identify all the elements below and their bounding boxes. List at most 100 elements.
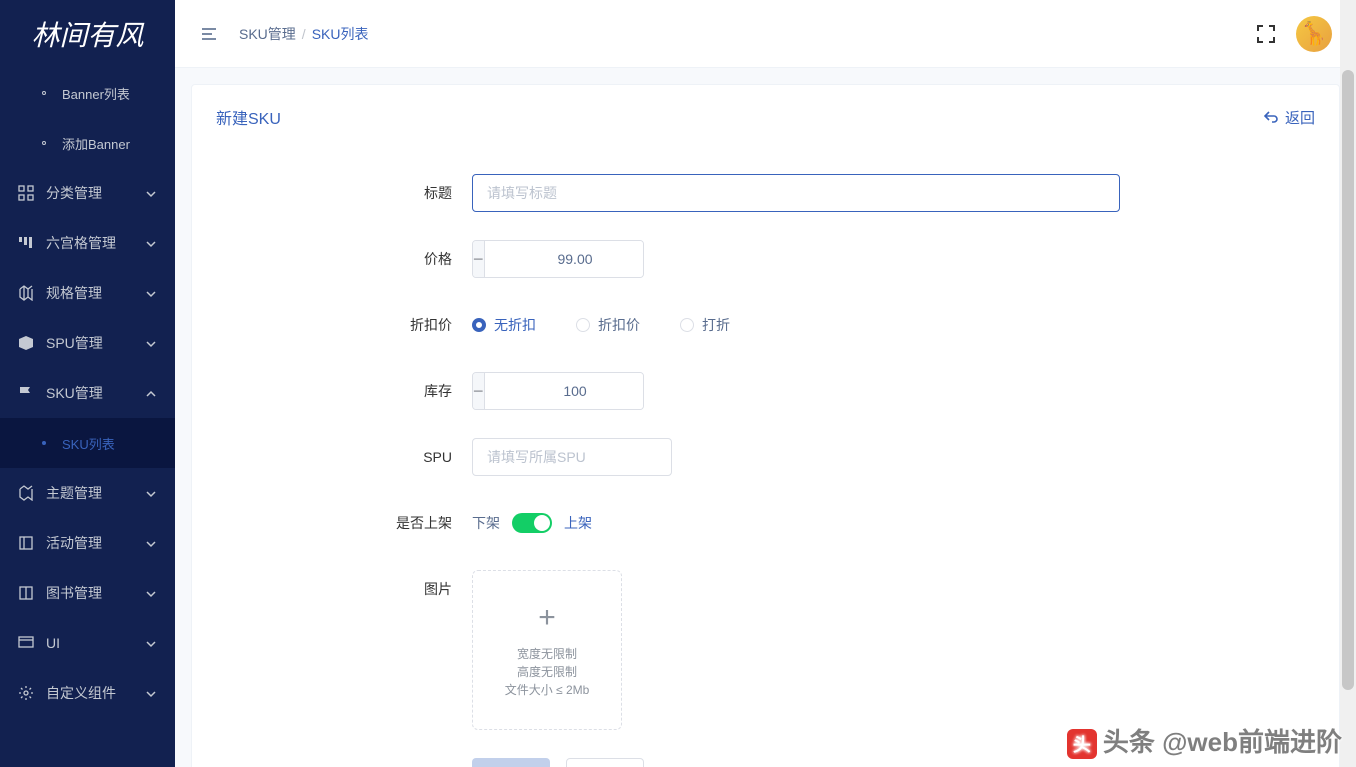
hint-width: 宽度无限制 xyxy=(505,645,590,663)
sidebar-item-spu[interactable]: SPU管理 xyxy=(0,318,175,368)
chevron-down-icon xyxy=(145,637,157,649)
discount-radio-price[interactable]: 折扣价 xyxy=(576,315,640,335)
radio-label: 打折 xyxy=(702,315,730,335)
chevron-down-icon xyxy=(145,587,157,599)
price-stepper: − + xyxy=(472,240,644,278)
panel-title: 新建SKU xyxy=(216,105,281,129)
chevron-up-icon xyxy=(145,387,157,399)
sidebar-item-label: 规格管理 xyxy=(46,283,145,303)
breadcrumb: SKU管理 / SKU列表 xyxy=(239,24,368,44)
chevron-down-icon xyxy=(145,687,157,699)
sidebar-item-label: 图书管理 xyxy=(46,583,145,603)
sidebar-item-book[interactable]: 图书管理 xyxy=(0,568,175,618)
sidebar-item-label: SKU列表 xyxy=(62,434,157,453)
back-label: 返回 xyxy=(1285,107,1315,128)
radio-icon xyxy=(680,318,694,332)
back-button[interactable]: 返回 xyxy=(1263,107,1315,128)
menu-toggle-button[interactable] xyxy=(199,24,219,44)
sidebar-item-label: UI xyxy=(46,635,145,651)
radio-label: 折扣价 xyxy=(598,315,640,335)
reset-button[interactable]: 重 置 xyxy=(566,758,644,767)
price-label: 价格 xyxy=(192,240,472,278)
plus-icon: + xyxy=(538,601,556,635)
sidebar-item-ui[interactable]: UI xyxy=(0,618,175,668)
chevron-down-icon xyxy=(145,237,157,249)
sidebar-item-category[interactable]: 分类管理 xyxy=(0,168,175,218)
sidebar-item-sku[interactable]: SKU管理 xyxy=(0,368,175,418)
sidebar-item-label: SKU管理 xyxy=(46,383,145,403)
sidebar-item-activity[interactable]: 活动管理 xyxy=(0,518,175,568)
discount-label: 折扣价 xyxy=(192,306,472,344)
breadcrumb-sep: / xyxy=(302,26,306,42)
spec-icon xyxy=(18,285,34,301)
flag-icon xyxy=(18,385,34,401)
ui-icon xyxy=(18,635,34,651)
sidebar-item-banner-list[interactable]: Banner列表 xyxy=(0,68,175,118)
sidebar-item-sku-list[interactable]: SKU列表 xyxy=(0,418,175,468)
chevron-down-icon xyxy=(145,287,157,299)
stock-decrement-button[interactable]: − xyxy=(473,373,485,409)
sku-form: 标题 价格 − + xyxy=(192,150,1339,767)
sidebar-item-spec[interactable]: 规格管理 xyxy=(0,268,175,318)
topbar-right: 🦒 xyxy=(1256,16,1332,52)
radio-icon xyxy=(576,318,590,332)
stock-label: 库存 xyxy=(192,372,472,410)
fullscreen-button[interactable] xyxy=(1256,24,1276,44)
price-decrement-button[interactable]: − xyxy=(473,241,485,277)
dot-icon xyxy=(42,441,46,445)
sidebar: 林间有风 Banner列表 添加Banner 分类管理 六宫格管理 xyxy=(0,0,175,767)
scrollbar-thumb[interactable] xyxy=(1342,70,1354,690)
hint-size: 文件大小 ≤ 2Mb xyxy=(505,681,590,699)
sidebar-item-label: 六宫格管理 xyxy=(46,233,145,253)
breadcrumb-parent[interactable]: SKU管理 xyxy=(239,24,296,44)
spu-label: SPU xyxy=(192,438,472,476)
radio-icon xyxy=(472,318,486,332)
hint-height: 高度无限制 xyxy=(505,663,590,681)
topbar: SKU管理 / SKU列表 🦒 xyxy=(175,0,1356,68)
content: 新建SKU 返回 标题 价格 xyxy=(175,68,1356,767)
sidebar-item-label: 添加Banner xyxy=(62,134,157,153)
onshelf-switch-row: 下架 上架 xyxy=(472,504,592,542)
dot-icon xyxy=(42,141,46,145)
discount-radio-none[interactable]: 无折扣 xyxy=(472,315,536,335)
gear-icon xyxy=(18,685,34,701)
uploader-hints: 宽度无限制 高度无限制 文件大小 ≤ 2Mb xyxy=(505,645,590,699)
main-area: SKU管理 / SKU列表 🦒 新建SKU 返回 xyxy=(175,0,1356,767)
discount-radio-rate[interactable]: 打折 xyxy=(680,315,730,335)
sidebar-item-label: SPU管理 xyxy=(46,333,145,353)
title-input[interactable] xyxy=(472,174,1120,212)
sidebar-item-add-banner[interactable]: 添加Banner xyxy=(0,118,175,168)
button-row: 保 存 重 置 xyxy=(472,758,644,767)
save-button[interactable]: 保 存 xyxy=(472,758,550,767)
scrollbar[interactable] xyxy=(1340,0,1356,767)
sidebar-item-label: 分类管理 xyxy=(46,183,145,203)
breadcrumb-current: SKU列表 xyxy=(312,24,369,44)
image-uploader[interactable]: + 宽度无限制 高度无限制 文件大小 ≤ 2Mb xyxy=(472,570,622,730)
logo: 林间有风 xyxy=(0,0,175,68)
onshelf-off-label: 下架 xyxy=(472,513,500,533)
stock-input[interactable] xyxy=(485,373,644,409)
dot-icon xyxy=(42,91,46,95)
onshelf-on-label: 上架 xyxy=(564,513,592,533)
sidebar-item-label: Banner列表 xyxy=(62,84,157,103)
category-icon xyxy=(18,185,34,201)
theme-icon xyxy=(18,485,34,501)
sidebar-item-label: 活动管理 xyxy=(46,533,145,553)
sidebar-item-custom[interactable]: 自定义组件 xyxy=(0,668,175,718)
price-input[interactable] xyxy=(485,241,644,277)
spu-input[interactable] xyxy=(472,438,672,476)
book-icon xyxy=(18,585,34,601)
sidebar-item-theme[interactable]: 主题管理 xyxy=(0,468,175,518)
spu-icon xyxy=(18,335,34,351)
form-panel: 新建SKU 返回 标题 价格 xyxy=(191,84,1340,767)
chevron-down-icon xyxy=(145,487,157,499)
stock-stepper: − + xyxy=(472,372,644,410)
panel-header: 新建SKU 返回 xyxy=(192,85,1339,150)
chevron-down-icon xyxy=(145,337,157,349)
chevron-down-icon xyxy=(145,537,157,549)
discount-radio-group: 无折扣 折扣价 打折 xyxy=(472,306,730,344)
sidebar-item-grid[interactable]: 六宫格管理 xyxy=(0,218,175,268)
onshelf-switch[interactable] xyxy=(512,513,552,533)
grid-icon xyxy=(18,235,34,251)
avatar[interactable]: 🦒 xyxy=(1296,16,1332,52)
